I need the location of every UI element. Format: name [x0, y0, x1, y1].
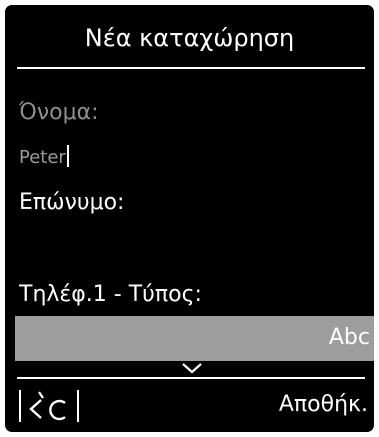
- first-name-value: Peter: [19, 147, 66, 168]
- phone1-type-label: Τηλέφ.1 - Τύπος:: [19, 282, 202, 307]
- text-cursor: [66, 145, 69, 167]
- first-name-label: Όνομα:: [19, 100, 99, 125]
- softkey-bracket-right: [77, 390, 79, 422]
- backspace-delete-icon: [29, 391, 66, 421]
- title-divider: [17, 67, 365, 69]
- backspace-softkey[interactable]: [17, 388, 81, 424]
- last-name-label: Επώνυμο:: [19, 190, 125, 215]
- first-name-field[interactable]: Peter: [19, 145, 69, 170]
- phone1-type-selector[interactable]: Abc: [15, 316, 374, 361]
- phone-display-frame: Νέα καταχώρηση Όνομα: Peter Επώνυμο: Τηλ…: [0, 0, 379, 437]
- screen-title: Νέα καταχώρηση: [84, 24, 295, 52]
- phone-screen: Νέα καταχώρηση Όνομα: Peter Επώνυμο: Τηλ…: [5, 5, 374, 432]
- phone1-type-value: Abc: [328, 325, 370, 350]
- save-softkey[interactable]: Αποθήκ.: [279, 390, 368, 420]
- chevron-down-icon[interactable]: [180, 361, 204, 375]
- softkey-divider: [17, 377, 365, 379]
- softkey-bracket-left: [19, 390, 21, 422]
